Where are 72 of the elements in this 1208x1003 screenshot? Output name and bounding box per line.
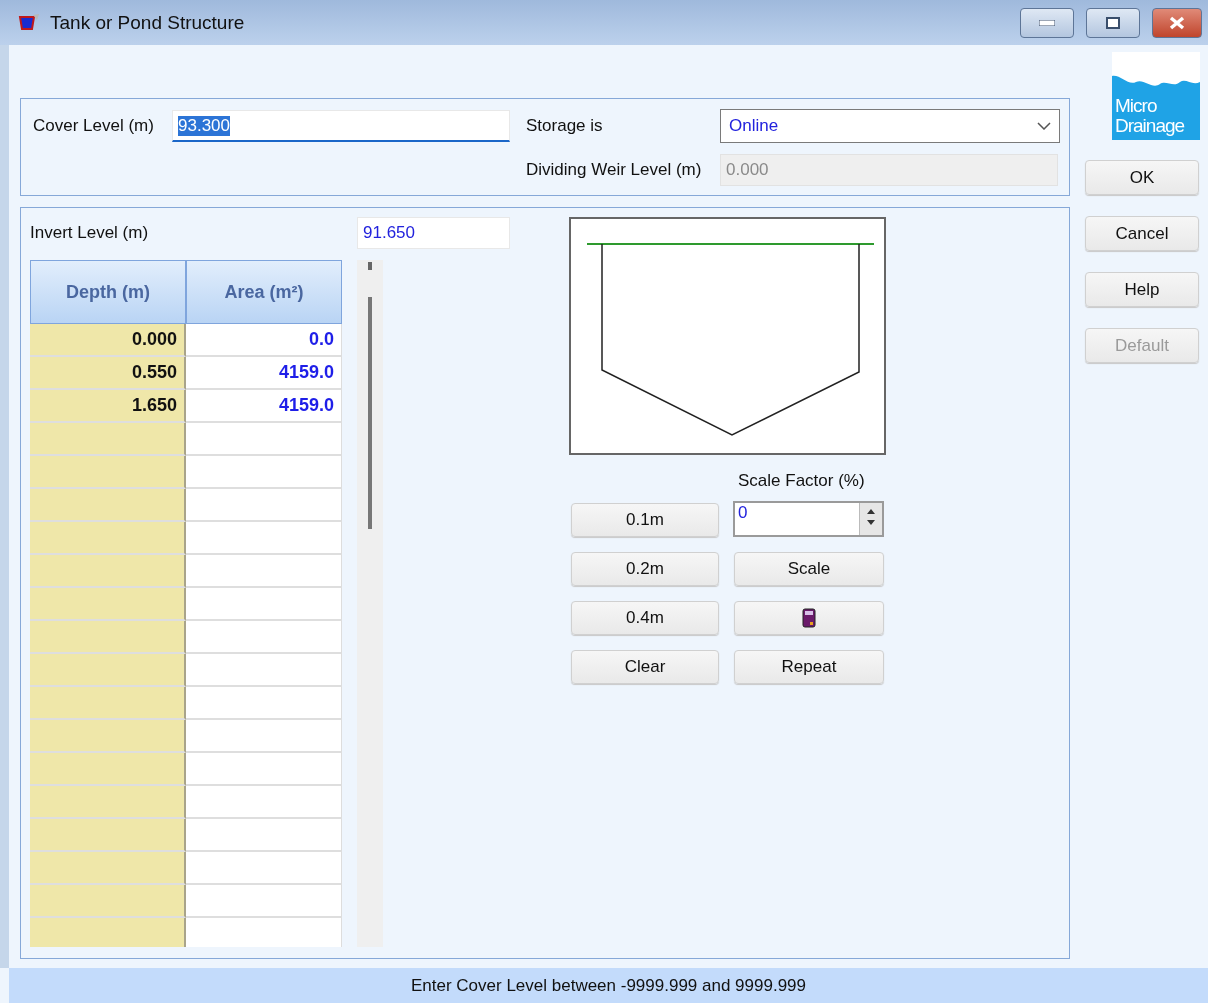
depth-cell[interactable] [30, 819, 186, 852]
depth-cell[interactable] [30, 786, 186, 819]
storage-label: Storage is [526, 116, 604, 136]
area-cell[interactable] [186, 555, 342, 588]
app-icon [18, 12, 42, 33]
area-cell[interactable] [186, 489, 342, 522]
depth-cell[interactable] [30, 621, 186, 654]
area-cell[interactable] [186, 456, 342, 489]
cover-level-field[interactable]: 93.300 [172, 110, 510, 142]
area-cell[interactable]: 0.0 [186, 324, 342, 357]
area-cell[interactable] [186, 852, 342, 885]
depth-cell[interactable]: 1.650 [30, 390, 186, 423]
step-button[interactable]: 0.4m [571, 601, 719, 635]
column-header[interactable]: Depth (m) [30, 260, 186, 324]
depth-cell[interactable]: 0.000 [30, 324, 186, 357]
scale-factor-label: Scale Factor (%) [738, 471, 866, 492]
chevron-down-icon [1037, 122, 1051, 130]
area-cell[interactable] [186, 654, 342, 687]
area-cell[interactable] [186, 819, 342, 852]
storage-dropdown[interactable]: Online [720, 109, 1060, 143]
area-cell[interactable]: 4159.0 [186, 390, 342, 423]
depth-cell[interactable] [30, 852, 186, 885]
status-bar: Enter Cover Level between -9999.999 and 9999.999 [9, 968, 1208, 1003]
dialog-button[interactable]: Cancel [1085, 216, 1199, 251]
depth-cell[interactable] [30, 885, 186, 918]
area-cell[interactable] [186, 423, 342, 456]
maximize-button[interactable] [1086, 7, 1140, 38]
close-icon [1169, 15, 1185, 30]
step-button[interactable]: Clear [571, 650, 719, 684]
action-button[interactable]: Scale [734, 552, 884, 586]
maximize-icon [1106, 16, 1120, 29]
area-cell[interactable] [186, 687, 342, 720]
depth-cell[interactable] [30, 720, 186, 753]
area-cell[interactable]: 4159.0 [186, 357, 342, 390]
area-cell[interactable] [186, 885, 342, 918]
depth-cell[interactable] [30, 918, 186, 947]
minimize-button[interactable] [1020, 7, 1074, 38]
invert-level-field[interactable]: 91.650 [357, 217, 510, 249]
depth-cell[interactable] [30, 522, 186, 555]
invert-level-label: Invert Level (m) [30, 223, 149, 243]
depth-cell[interactable] [30, 687, 186, 720]
depth-cell[interactable] [30, 489, 186, 522]
calculator-button[interactable] [734, 601, 884, 635]
area-cell[interactable] [186, 522, 342, 555]
step-button[interactable]: 0.1m [571, 503, 719, 537]
window-title: Tank or Pond Structure [50, 11, 246, 34]
area-cell[interactable] [186, 621, 342, 654]
action-button[interactable]: Repeat [734, 650, 884, 684]
dialog-button[interactable]: OK [1085, 160, 1199, 195]
area-cell[interactable] [186, 918, 342, 947]
depth-cell[interactable]: 0.550 [30, 357, 186, 390]
depth-cell[interactable] [30, 423, 186, 456]
depth-cell[interactable] [30, 654, 186, 687]
depth-cell[interactable] [30, 456, 186, 489]
close-button[interactable] [1152, 7, 1202, 38]
column-header[interactable]: Area (m²) [186, 260, 342, 324]
depth-cell[interactable] [30, 555, 186, 588]
calculator-icon [802, 608, 816, 628]
area-cell[interactable] [186, 786, 342, 819]
dialog-button[interactable]: Help [1085, 272, 1199, 307]
area-cell[interactable] [186, 720, 342, 753]
scale-factor-spinner[interactable]: 0 [733, 501, 884, 537]
cover-level-label: Cover Level (m) [33, 116, 155, 136]
dividing-weir-label: Dividing Weir Level (m) [526, 160, 703, 180]
depth-cell[interactable] [30, 753, 186, 786]
area-cell[interactable] [186, 588, 342, 621]
minimize-icon [1039, 19, 1055, 26]
step-button[interactable]: 0.2m [571, 552, 719, 586]
logo-text: Micro Drainage [1114, 96, 1185, 138]
scrollbar[interactable] [357, 260, 383, 947]
depth-cell[interactable] [30, 588, 186, 621]
area-cell[interactable] [186, 753, 342, 786]
